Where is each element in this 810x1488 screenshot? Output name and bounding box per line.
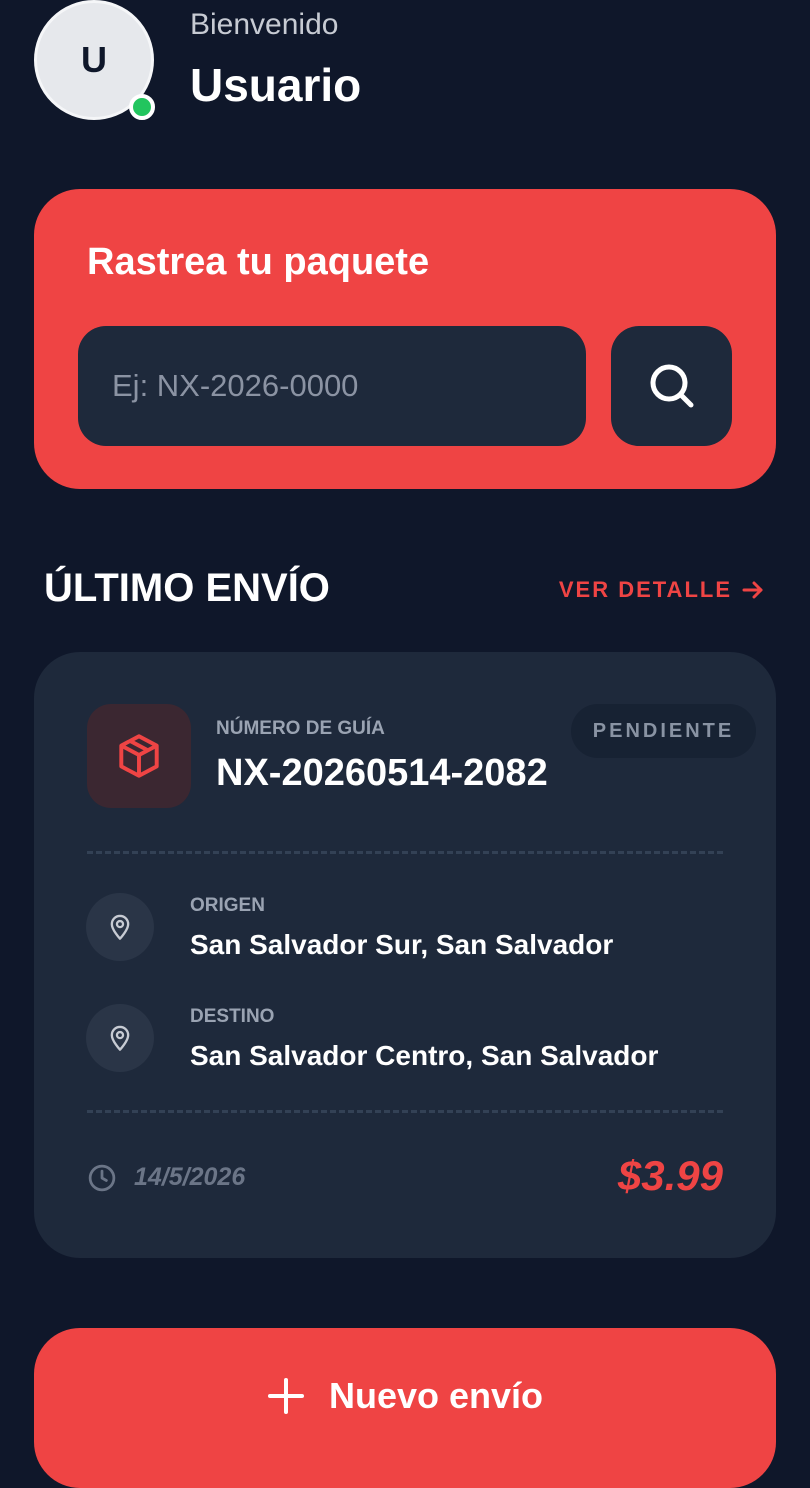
username: Usuario bbox=[190, 59, 362, 111]
arrow-right-icon bbox=[742, 581, 763, 599]
header: U Bienvenido Usuario bbox=[34, 0, 774, 122]
new-shipment-button[interactable]: Nuevo envío bbox=[34, 1328, 776, 1488]
package-icon-box bbox=[87, 704, 191, 808]
guide-number-label: NÚMERO DE GUÍA bbox=[216, 718, 385, 739]
shipment-price: $3.99 bbox=[617, 1152, 723, 1199]
view-detail-label: VER DETALLE bbox=[558, 577, 732, 602]
search-button[interactable] bbox=[611, 326, 732, 446]
new-shipment-button-content: Nuevo envío bbox=[34, 1375, 776, 1417]
tracking-title: Rastrea tu paquete bbox=[87, 241, 430, 283]
status-badge: PENDIENTE bbox=[571, 704, 756, 758]
guide-number: NX-20260514-2082 bbox=[216, 752, 548, 794]
online-status-dot bbox=[129, 94, 155, 120]
new-shipment-label: Nuevo envío bbox=[328, 1375, 544, 1416]
tracking-input[interactable] bbox=[78, 326, 586, 446]
divider bbox=[87, 1110, 723, 1113]
view-detail-link[interactable]: VER DETALLE bbox=[559, 577, 764, 603]
greeting-text: Bienvenido bbox=[190, 8, 339, 41]
shipment-card[interactable]: NÚMERO DE GUÍA NX-20260514-2082 PENDIENT… bbox=[34, 652, 776, 1258]
search-icon bbox=[650, 364, 693, 408]
origin-label: ORIGEN bbox=[190, 895, 265, 916]
package-icon bbox=[119, 734, 159, 778]
origin-pin-icon bbox=[86, 893, 154, 961]
destination-value: San Salvador Centro, San Salvador bbox=[190, 1040, 659, 1071]
section-title: ÚLTIMO ENVÍO bbox=[44, 566, 330, 610]
plus-icon bbox=[267, 1378, 304, 1414]
divider bbox=[87, 851, 723, 854]
destination-pin-icon bbox=[86, 1004, 154, 1072]
destination-label: DESTINO bbox=[190, 1006, 275, 1027]
clock-icon bbox=[88, 1164, 116, 1192]
origin-value: San Salvador Sur, San Salvador bbox=[190, 929, 614, 960]
tracking-card: Rastrea tu paquete bbox=[34, 189, 776, 489]
shipment-date: 14/5/2026 bbox=[134, 1163, 246, 1191]
avatar-initial: U bbox=[81, 39, 107, 80]
